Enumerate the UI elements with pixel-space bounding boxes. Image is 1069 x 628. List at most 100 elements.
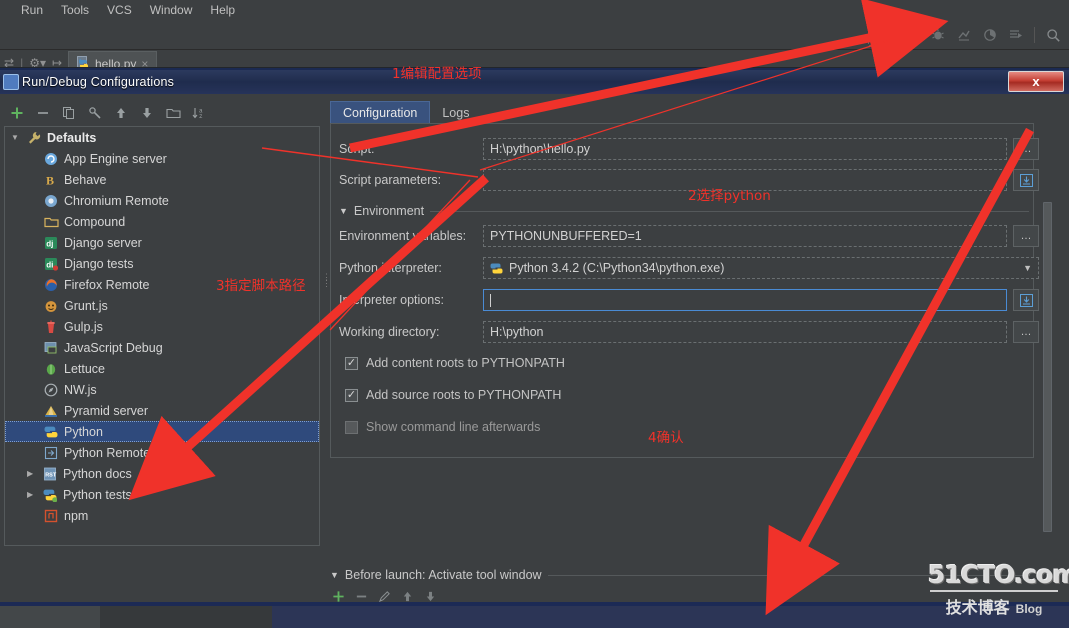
- tree-item-label: Gulp.js: [64, 319, 103, 334]
- tree-item-django-server[interactable]: dj Django server: [5, 232, 319, 253]
- nwjs-icon: [43, 382, 59, 398]
- search-icon[interactable]: [1041, 24, 1065, 46]
- tree-item-grunt-js[interactable]: Grunt.js: [5, 295, 319, 316]
- tab-configuration[interactable]: Configuration: [330, 101, 431, 124]
- copy-icon[interactable]: [58, 103, 80, 123]
- chevron-down-icon[interactable]: ▼: [11, 133, 21, 142]
- script-parameters-label-row: Script parameters:: [339, 169, 441, 191]
- checkbox-box[interactable]: [345, 420, 358, 434]
- tree-item-label: Chromium Remote: [64, 193, 169, 208]
- script-input[interactable]: H:\python\hello.py: [483, 138, 1007, 160]
- wrench-icon: [26, 130, 42, 146]
- chevron-down-icon[interactable]: ▼: [1023, 263, 1032, 273]
- add-icon[interactable]: [6, 103, 28, 123]
- checkbox-add-content-roots[interactable]: ✓ Add content roots to PYTHONPATH: [345, 356, 565, 370]
- tree-item-label: JavaScript Debug: [64, 340, 163, 355]
- tree-item-python-docs[interactable]: ▶ RST Python docs: [5, 463, 319, 484]
- python-docs-icon: RST: [42, 466, 58, 482]
- chevron-right-icon[interactable]: ▶: [27, 469, 37, 478]
- firefox-icon: [43, 277, 59, 293]
- script-label-row: Script:: [339, 138, 374, 160]
- tree-item-javascript-debug[interactable]: JavaScript Debug: [5, 337, 319, 358]
- python-tests-icon: [42, 487, 58, 503]
- run-config-dropdown-icon[interactable]: [868, 24, 898, 46]
- scrollbar-thumb[interactable]: [1043, 202, 1052, 532]
- configurations-toolbar: az: [0, 100, 320, 126]
- checkbox-box[interactable]: ✓: [345, 356, 358, 370]
- tree-item-npm[interactable]: npm: [5, 505, 319, 526]
- tab-logs[interactable]: Logs: [430, 101, 481, 124]
- checkbox-box[interactable]: ✓: [345, 388, 358, 402]
- chevron-down-icon[interactable]: ▼: [339, 206, 348, 216]
- lettuce-icon: [43, 361, 59, 377]
- environment-group-header[interactable]: ▼ Environment: [339, 204, 1029, 218]
- chevron-down-icon[interactable]: ▼: [330, 570, 339, 580]
- before-launch-header[interactable]: ▼ Before launch: Activate tool window: [330, 568, 1030, 582]
- edit-template-icon[interactable]: [84, 103, 106, 123]
- move-down-icon[interactable]: [136, 103, 158, 123]
- chevron-right-icon[interactable]: ▶: [27, 490, 37, 499]
- watermark-cn: 技术博客: [945, 600, 1010, 617]
- menu-item-vcs[interactable]: VCS: [98, 0, 141, 20]
- python-interpreter-label-row: Python interpreter:: [339, 257, 442, 279]
- run-with-console-icon[interactable]: [1004, 24, 1028, 46]
- environment-variables-browse-button[interactable]: …: [1013, 225, 1039, 247]
- menu-item-window[interactable]: Window: [141, 0, 202, 20]
- working-directory-browse-button[interactable]: …: [1013, 321, 1039, 343]
- pyramid-icon: [43, 403, 59, 419]
- move-up-icon[interactable]: [110, 103, 132, 123]
- menu-item-help[interactable]: Help: [201, 0, 244, 20]
- watermark-line2: 技术博客 Blog: [928, 594, 1060, 618]
- interpreter-options-input[interactable]: [483, 289, 1007, 311]
- script-value: H:\python\hello.py: [490, 142, 591, 156]
- menu-item-tools[interactable]: Tools: [52, 0, 98, 20]
- django-tests-icon: di: [43, 256, 59, 272]
- working-directory-input[interactable]: H:\python: [483, 321, 1007, 343]
- tree-item-lettuce[interactable]: Lettuce: [5, 358, 319, 379]
- tree-item-chromium-remote[interactable]: Chromium Remote: [5, 190, 319, 211]
- checkbox-add-source-roots[interactable]: ✓ Add source roots to PYTHONPATH: [345, 388, 561, 402]
- script-browse-button[interactable]: …: [1013, 138, 1039, 160]
- tree-item-compound[interactable]: Compound: [5, 211, 319, 232]
- coverage-icon[interactable]: [952, 24, 976, 46]
- tree-item-firefox-remote[interactable]: Firefox Remote: [5, 274, 319, 295]
- toolbar-right-group: [868, 20, 1065, 50]
- script-parameters-input[interactable]: [483, 169, 1007, 191]
- checkbox-label: Add source roots to PYTHONPATH: [366, 388, 562, 402]
- configurations-tree[interactable]: ▼ Defaults App Engine server B Behave Chrom…: [4, 126, 320, 546]
- sort-alphabetically-icon[interactable]: az: [188, 103, 210, 123]
- tree-item-label: npm: [64, 508, 89, 523]
- ide-menu-bar: Run Tools VCS Window Help: [0, 0, 1069, 20]
- tree-item-gulp-js[interactable]: Gulp.js: [5, 316, 319, 337]
- tree-node-label: Defaults: [47, 130, 97, 145]
- tree-item-django-tests[interactable]: di Django tests: [5, 253, 319, 274]
- environment-variables-input[interactable]: PYTHONUNBUFFERED=1: [483, 225, 1007, 247]
- tree-item-label: NW.js: [64, 382, 97, 397]
- appengine-icon: [43, 151, 59, 167]
- tree-item-python[interactable]: Python: [5, 421, 319, 442]
- checkbox-show-command-line[interactable]: Show command line afterwards: [345, 420, 540, 434]
- working-directory-label: Working directory:: [339, 325, 440, 339]
- remove-icon[interactable]: [32, 103, 54, 123]
- tree-item-label: App Engine server: [64, 151, 167, 166]
- tree-node-defaults[interactable]: ▼ Defaults: [5, 127, 319, 148]
- tree-item-python-remote-debug[interactable]: Python Remote Debug: [5, 442, 319, 463]
- tree-item-nw-js[interactable]: NW.js: [5, 379, 319, 400]
- tree-item-pyramid-server[interactable]: Pyramid server: [5, 400, 319, 421]
- tree-item-behave[interactable]: B Behave: [5, 169, 319, 190]
- dialog-close-button[interactable]: x: [1008, 71, 1064, 92]
- python-interpreter-combobox[interactable]: Python 3.4.2 (C:\Python34\python.exe) ▼: [483, 257, 1039, 279]
- debug-icon[interactable]: [926, 24, 950, 46]
- run-icon[interactable]: [900, 24, 924, 46]
- tree-item-python-tests[interactable]: ▶ Python tests: [5, 484, 319, 505]
- profile-icon[interactable]: [978, 24, 1002, 46]
- expand-editor-icon[interactable]: [1013, 289, 1039, 311]
- folder-icon[interactable]: [162, 103, 184, 123]
- expand-editor-icon[interactable]: [1013, 169, 1039, 191]
- tree-item-label: Django server: [64, 235, 142, 250]
- menu-item-run[interactable]: Run: [12, 0, 52, 20]
- tree-item-label: Lettuce: [64, 361, 106, 376]
- tree-item-app-engine-server[interactable]: App Engine server: [5, 148, 319, 169]
- working-directory-label-row: Working directory:: [339, 321, 440, 343]
- bottom-strip: [0, 602, 1069, 628]
